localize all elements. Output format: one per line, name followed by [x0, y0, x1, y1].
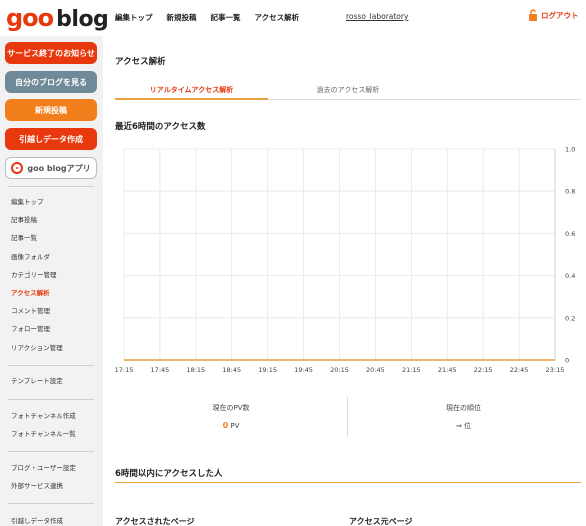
x-tick-label: 17:45 — [151, 366, 170, 374]
goo-app-label: goo blogアプリ — [27, 163, 91, 173]
x-tick-label: 22:45 — [510, 366, 529, 374]
lock-icon — [529, 9, 537, 21]
logout-label: ログアウト — [541, 10, 579, 20]
sidebar-divider — [8, 503, 94, 504]
sidebar-item-data-transfer[interactable]: 引越しデータ作成 — [0, 512, 103, 526]
current-pv-cell: 現在のPV数 0 PV — [115, 397, 347, 437]
sidebar-item-comments[interactable]: コメント管理 — [0, 302, 103, 320]
logout-button[interactable]: ログアウト — [528, 9, 579, 21]
new-post-button[interactable]: 新規投稿 — [5, 99, 97, 121]
x-tick-label: 20:15 — [330, 366, 349, 374]
sidebar-menu-template: テンプレート設定 — [0, 372, 103, 390]
x-tick-label: 17:15 — [115, 366, 134, 374]
x-tick-label: 23:15 — [546, 366, 565, 374]
goo-app-icon — [11, 162, 24, 174]
sidebar-item-access-analysis[interactable]: アクセス解析 — [0, 284, 103, 302]
x-tick-label: 21:45 — [438, 366, 457, 374]
access-chart: 0 0.2 0.4 0.6 0.8 1.0 17:15 17:45 18:15 18:45 19:1… — [115, 146, 576, 375]
x-tick-label: 18:15 — [186, 366, 205, 374]
sidebar-menu-photo: フォトチャンネル作成 フォトチャンネル一覧 — [0, 407, 103, 443]
sidebar-item-follow[interactable]: フォロー管理 — [0, 320, 103, 338]
y-tick-label: 0.8 — [565, 188, 575, 196]
sidebar-item-photo-create[interactable]: フォトチャンネル作成 — [0, 407, 103, 425]
section-divider — [115, 482, 581, 483]
x-tick-label: 19:15 — [258, 366, 277, 374]
sidebar-divider — [8, 399, 94, 400]
username-link[interactable]: rosso_laboratory — [346, 12, 408, 21]
x-tick-label: 21:15 — [402, 366, 421, 374]
sidebar-item-image-folder[interactable]: 画像フォルダ — [0, 248, 103, 266]
current-rank-label: 現在の順位 — [446, 404, 481, 412]
sidebar-item-article-post[interactable]: 記事投稿 — [0, 211, 103, 229]
nav-new-post[interactable]: 新規投稿 — [167, 12, 197, 23]
sidebar: サービス終了のお知らせ 自分のブログを見る 新規投稿 引越しデータ作成 goo … — [0, 36, 103, 526]
goo-app-button[interactable]: goo blogアプリ — [5, 157, 97, 179]
data-transfer-button[interactable]: 引越しデータ作成 — [5, 128, 97, 150]
nav-edit-top[interactable]: 編集トップ — [115, 12, 153, 23]
sidebar-item-template[interactable]: テンプレート設定 — [0, 372, 103, 390]
nav-article-list[interactable]: 記事一覧 — [211, 12, 241, 23]
x-tick-label: 18:45 — [222, 366, 241, 374]
logo-goo-text: goo — [6, 4, 54, 32]
y-tick-label: 0.6 — [565, 230, 575, 238]
service-end-button[interactable]: サービス終了のお知らせ — [5, 42, 97, 64]
y-tick-label: 0.4 — [565, 272, 575, 280]
sidebar-divider — [8, 451, 94, 452]
tab-realtime[interactable]: リアルタイムアクセス解析 — [115, 85, 268, 95]
current-pv-value: 0 PV — [115, 421, 347, 430]
nav-access-analysis[interactable]: アクセス解析 — [255, 12, 300, 23]
page-title: アクセス解析 — [115, 57, 166, 67]
sidebar-item-edit-top[interactable]: 編集トップ — [0, 193, 103, 211]
x-tick-label: 20:45 — [366, 366, 385, 374]
y-tick-label: 1.0 — [565, 146, 575, 154]
header: goo blog 編集トップ 新規投稿 記事一覧 アクセス解析 rosso_la… — [0, 0, 586, 36]
active-tab-underline — [115, 98, 268, 100]
goo-blog-logo[interactable]: goo blog — [6, 4, 109, 32]
sidebar-divider — [8, 365, 94, 366]
sidebar-menu-settings: ブログ・ユーザー設定 外部サービス連携 — [0, 459, 103, 495]
view-blog-button[interactable]: 自分のブログを見る — [5, 71, 97, 93]
sidebar-divider — [8, 186, 94, 187]
main-content: アクセス解析 リアルタイムアクセス解析 過去のアクセス解析 最近6時間のアクセス… — [103, 36, 586, 526]
sidebar-item-external[interactable]: 外部サービス連携 — [0, 477, 103, 495]
sidebar-item-blog-settings[interactable]: ブログ・ユーザー設定 — [0, 459, 103, 477]
visitors-section-title: 6時間以内にアクセスした人 — [115, 469, 223, 479]
current-rank-value: ⇒ 位 — [455, 422, 472, 430]
source-pages-heading: アクセス元ページ — [349, 517, 413, 526]
sidebar-item-category[interactable]: カテゴリー管理 — [0, 266, 103, 284]
y-tick-label: 0.2 — [565, 314, 575, 322]
sidebar-menu-main: 編集トップ 記事投稿 記事一覧 画像フォルダ カテゴリー管理 アクセス解析 コメ… — [0, 193, 103, 357]
sidebar-menu-transfer: 引越しデータ作成 — [0, 512, 103, 526]
sidebar-item-reactions[interactable]: リアクション管理 — [0, 339, 103, 357]
current-rank-cell: 現在の順位 ⇒ 位 — [347, 397, 579, 437]
sidebar-item-photo-list[interactable]: フォトチャンネル一覧 — [0, 425, 103, 443]
current-pv-number: 0 — [222, 421, 229, 430]
current-pv-label: 現在のPV数 — [212, 404, 250, 412]
y-tick-label: 0 — [565, 357, 569, 365]
x-tick-label: 22:15 — [474, 366, 493, 374]
stats-panel: 現在のPV数 0 PV 現在の順位 ⇒ 位 — [115, 397, 581, 437]
chart-title: 最近6時間のアクセス数 — [115, 122, 206, 132]
analysis-tabs: リアルタイムアクセス解析 過去のアクセス解析 — [115, 80, 581, 100]
accessed-pages-heading: アクセスされたページ — [115, 517, 195, 526]
current-pv-unit: PV — [230, 422, 240, 430]
logo-blog-text: blog — [56, 7, 109, 32]
top-nav: 編集トップ 新規投稿 記事一覧 アクセス解析 — [115, 12, 313, 23]
x-tick-label: 19:45 — [294, 366, 313, 374]
sidebar-item-article-list[interactable]: 記事一覧 — [0, 229, 103, 247]
tab-past[interactable]: 過去のアクセス解析 — [268, 85, 428, 95]
